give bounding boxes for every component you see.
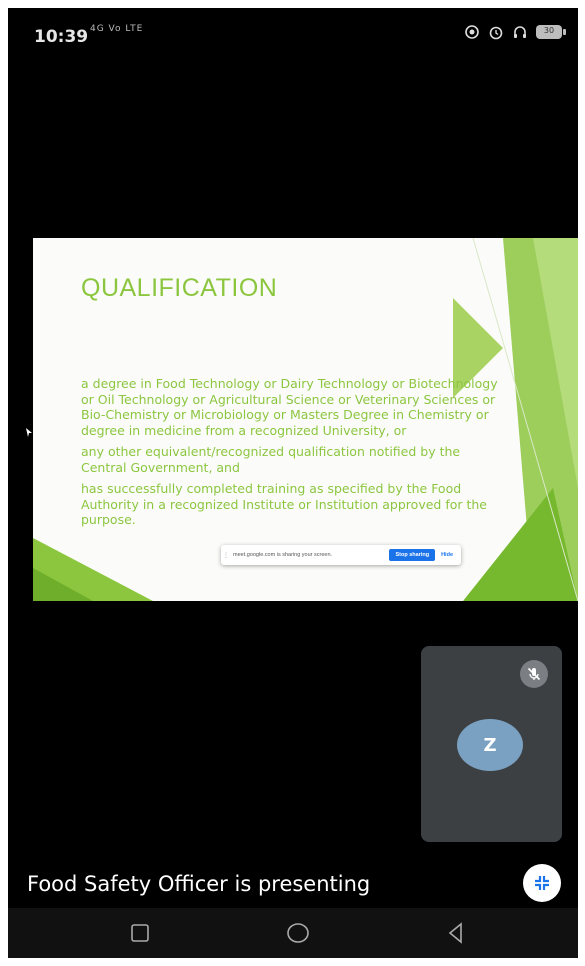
headphones-icon (514, 26, 526, 38)
stop-sharing-button[interactable]: Stop sharing (389, 549, 436, 561)
battery-icon: 30 (536, 25, 566, 39)
hotspot-icon (465, 25, 479, 39)
screen-share-notification: ⋮ meet.google.com is sharing your screen… (221, 545, 461, 565)
slide-paragraph: has successfully completed training as s… (81, 481, 487, 527)
exit-fullscreen-button[interactable] (523, 864, 561, 902)
navigation-bar (8, 908, 578, 958)
presenting-label: Food Safety Officer is presenting (27, 872, 371, 896)
signal-indicator: 4G Vo LTE (90, 24, 144, 34)
mic-off-icon (527, 667, 541, 681)
status-bar: 10:39 4G Vo LTE 30 (8, 8, 578, 68)
slide-title: QUALIFICATION (81, 274, 278, 302)
avatar: Z (457, 719, 523, 771)
shared-screen-slide: QUALIFICATION a degree in Food Technolog… (33, 238, 578, 601)
drag-handle-icon[interactable]: ⋮ (221, 552, 231, 559)
status-icons: 30 (464, 24, 566, 40)
share-message: meet.google.com is sharing your screen. (233, 552, 333, 558)
battery-level: 30 (543, 26, 555, 35)
recents-button[interactable] (128, 921, 152, 945)
hide-button[interactable]: Hide (441, 552, 453, 558)
back-button[interactable] (444, 921, 468, 945)
screenshot-frame: 10:39 4G Vo LTE 30 QUALIFICATION a degre… (0, 0, 585, 966)
alarm-icon (489, 26, 503, 40)
phone-screen: 10:39 4G Vo LTE 30 QUALIFICATION a degre… (8, 8, 578, 958)
slide-paragraph: any other equivalent/recognized qualific… (81, 444, 461, 475)
slide-paragraph: a degree in Food Technology or Dairy Tec… (81, 376, 498, 438)
pointer-icon (26, 428, 32, 437)
self-video-tile[interactable]: Z (421, 646, 562, 842)
status-time: 10:39 (34, 27, 89, 47)
slide-body: a degree in Food Technology or Dairy Tec… (81, 376, 501, 534)
mic-off-indicator (520, 660, 548, 688)
home-button[interactable] (286, 921, 310, 945)
exit-fullscreen-icon (535, 876, 549, 890)
